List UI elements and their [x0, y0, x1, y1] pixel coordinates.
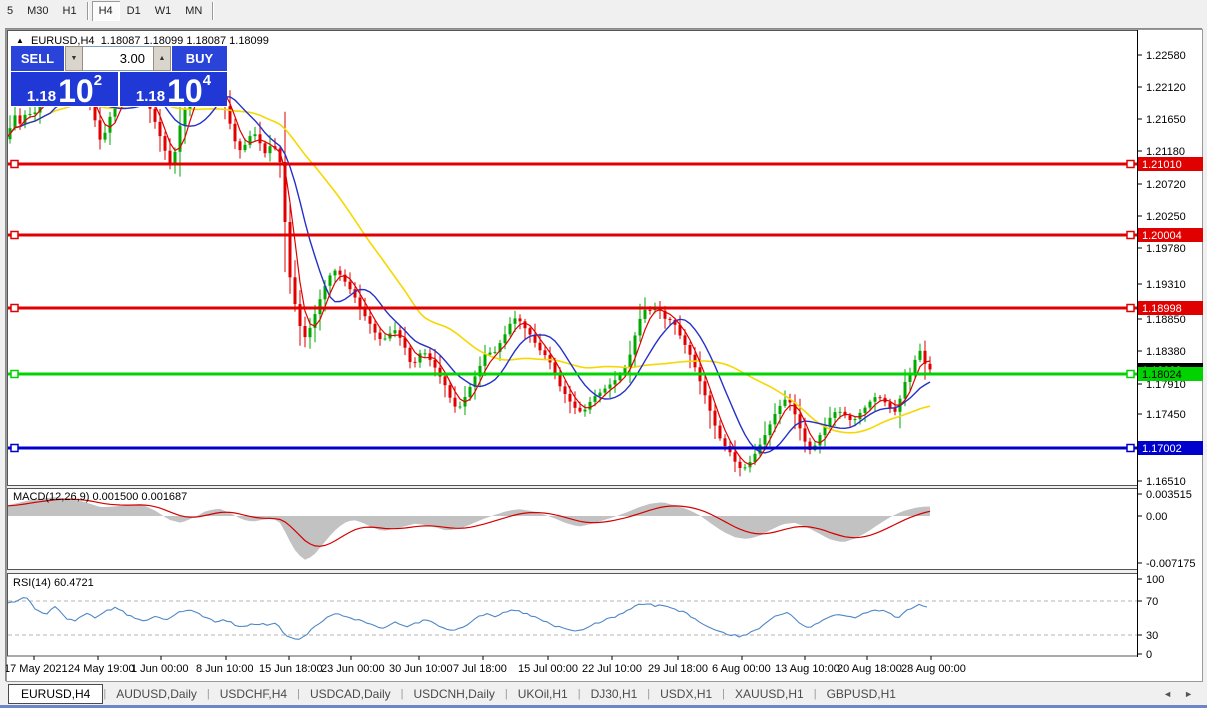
buy-button[interactable]: BUY: [172, 46, 227, 71]
tab-dj30-h1[interactable]: DJ30,H1: [581, 685, 648, 703]
tab-nav: ◄ ►: [1163, 689, 1193, 699]
rsi-tick-label: 0: [1146, 649, 1152, 661]
price-tick-label: 1.22580: [1146, 50, 1186, 62]
mt4-window: 5 M30 H1 H4 D1 W1 MN 1.22580 1.22120 1.21650 1.21…: [0, 0, 1207, 708]
level-marker-label: 1.18024: [1142, 369, 1182, 381]
rsi-indicator-label: RSI(14) 60.4721: [13, 577, 94, 589]
time-axis-label: 17 May 2021: [6, 663, 68, 675]
tab-gbpusd-h1[interactable]: GBPUSD,H1: [817, 685, 906, 703]
time-axis-label: 28 Aug 00:00: [901, 663, 966, 675]
level-marker-label: 1.18998: [1142, 303, 1182, 315]
price-tick-label: 1.21650: [1146, 114, 1186, 126]
tab-usdchf-h4[interactable]: USDCHF,H4: [210, 685, 297, 703]
time-axis-label: 13 Aug 10:00: [775, 663, 840, 675]
time-axis-label: 22 Jul 10:00: [582, 663, 642, 675]
sell-price-display[interactable]: 1.18 10 2: [11, 72, 118, 109]
rsi-tick-label: 100: [1146, 574, 1164, 586]
chart-window: 1.22580 1.22120 1.21650 1.21180 1.20720 1.202…: [5, 28, 1203, 682]
tab-scroll-right-icon[interactable]: ►: [1184, 689, 1193, 699]
price-tick-label: 1.22120: [1146, 82, 1186, 94]
tab-xauusd-h1[interactable]: XAUUSD,H1: [725, 685, 814, 703]
volume-input[interactable]: [83, 46, 153, 71]
macd-indicator-label: MACD(12,26,9) 0.001500 0.001687: [13, 491, 187, 503]
one-click-trading-panel: SELL ▼ ▲ BUY 1.18 10 2 1.18 10 4: [11, 46, 227, 107]
time-axis-label: 29 Jul 18:00: [648, 663, 708, 675]
sell-price-pip: 2: [93, 72, 103, 89]
timeframe-button-mn[interactable]: MN: [178, 1, 209, 21]
toolbar-separator: [86, 2, 89, 20]
time-axis-label: 30 Jun 10:00: [389, 663, 453, 675]
timeframe-button-w1[interactable]: W1: [148, 1, 179, 21]
tab-usdcnh-daily[interactable]: USDCNH,Daily: [404, 685, 505, 703]
price-tick-label: 1.18850: [1146, 314, 1186, 326]
sell-price-main: 10: [58, 72, 94, 109]
time-axis-label: 15 Jul 00:00: [518, 663, 578, 675]
time-axis-label: 23 Jun 00:00: [321, 663, 385, 675]
tab-usdx-h1[interactable]: USDX,H1: [650, 685, 722, 703]
collapse-triangle-icon[interactable]: ▲: [16, 36, 24, 45]
volume-increase-button[interactable]: ▲: [153, 46, 171, 71]
price-tick-label: 1.17450: [1146, 409, 1186, 421]
timeframe-button-h4[interactable]: H4: [91, 1, 120, 21]
buy-price-pip: 4: [202, 72, 212, 89]
level-marker-label: 1.20004: [1142, 230, 1182, 242]
tab-ukoil-h1[interactable]: UKOil,H1: [508, 685, 578, 703]
tab-audusd-daily[interactable]: AUDUSD,Daily: [106, 685, 207, 703]
sell-price-prefix: 1.18: [26, 88, 57, 105]
timeframe-button-h1[interactable]: H1: [56, 1, 84, 21]
price-tick-label: 1.18380: [1146, 346, 1186, 358]
time-axis-label: 20 Aug 18:00: [837, 663, 902, 675]
rsi-tick-label: 70: [1146, 596, 1158, 608]
price-tick-label: 1.20250: [1146, 211, 1186, 223]
time-axis-label: 8 Jun 10:00: [196, 663, 254, 675]
timeframe-button-m30[interactable]: M30: [20, 1, 55, 21]
timeframe-button-5[interactable]: 5: [0, 1, 20, 21]
chart-canvas[interactable]: 1.22580 1.22120 1.21650 1.21180 1.20720 1.202…: [6, 29, 1203, 682]
price-tick-label: 1.19310: [1146, 279, 1186, 291]
level-marker-label: 1.17002: [1142, 443, 1182, 455]
symbol-tab-bar: EURUSD,H4 | AUDUSD,Daily | USDCHF,H4 | USDCAD,…: [0, 683, 1207, 705]
buy-price-main: 10: [167, 72, 203, 109]
sell-button[interactable]: SELL: [11, 46, 64, 71]
level-marker-label: 1.21010: [1142, 159, 1182, 171]
volume-decrease-button[interactable]: ▼: [65, 46, 83, 71]
time-axis-label: 1 Jun 00:00: [131, 663, 189, 675]
timeframe-toolbar: 5 M30 H1 H4 D1 W1 MN: [0, 0, 1207, 22]
time-axis-label: 15 Jun 18:00: [259, 663, 323, 675]
tab-usdcad-daily[interactable]: USDCAD,Daily: [300, 685, 401, 703]
toolbar-separator: [212, 2, 215, 20]
time-axis-label: 7 Jul 18:00: [453, 663, 507, 675]
buy-price-display[interactable]: 1.18 10 4: [120, 72, 227, 109]
macd-tick-label: 0.00: [1146, 511, 1167, 523]
tab-eurusd-h4[interactable]: EURUSD,H4: [8, 684, 104, 704]
rsi-tick-label: 30: [1146, 630, 1158, 642]
price-tick-label: 1.19780: [1146, 243, 1186, 255]
buy-price-prefix: 1.18: [135, 88, 166, 105]
price-tick-label: 1.16510: [1146, 476, 1186, 488]
timeframe-button-d1[interactable]: D1: [120, 1, 148, 21]
price-tick-label: 1.21180: [1146, 146, 1185, 158]
time-axis-label: 6 Aug 00:00: [712, 663, 771, 675]
time-axis-label: 24 May 19:00: [68, 663, 135, 675]
macd-tick-label: 0.003515: [1146, 489, 1192, 501]
macd-tick-label: -0.007175: [1146, 558, 1196, 570]
tab-scroll-left-icon[interactable]: ◄: [1163, 689, 1172, 699]
price-tick-label: 1.20720: [1146, 179, 1186, 191]
